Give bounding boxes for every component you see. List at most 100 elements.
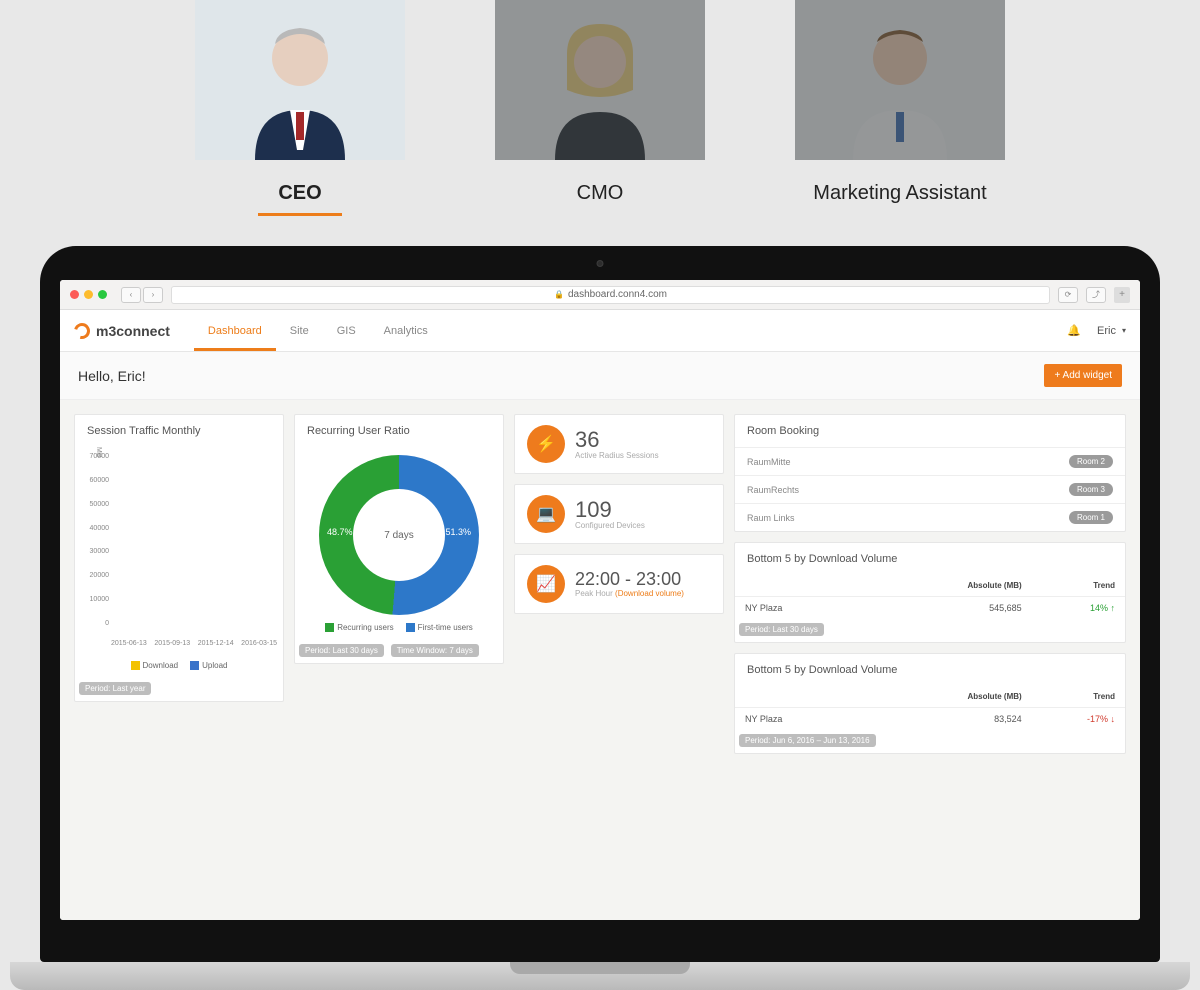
row-trend: -17% ↓ <box>1032 708 1125 730</box>
persona-photo <box>795 0 1005 160</box>
new-tab-button[interactable]: + <box>1114 287 1130 303</box>
brand[interactable]: m3connect <box>74 310 170 351</box>
room-badge: Room 1 <box>1069 511 1113 524</box>
x-axis-ticks: 2015-06-132015-09-132015-12-142016-03-15 <box>111 640 277 647</box>
bell-icon: 🔔 <box>1067 324 1081 337</box>
card-title: Bottom 5 by Download Volume <box>735 654 1125 686</box>
room-badge: Room 2 <box>1069 455 1113 468</box>
window-chip: Time Window: 7 days <box>391 644 479 657</box>
laptop-icon: 💻 <box>527 495 565 533</box>
share-button[interactable]: ⤴ <box>1086 287 1106 303</box>
chart-icon: 📈 <box>527 565 565 603</box>
window-controls[interactable] <box>70 290 107 299</box>
chart-legend: Download Upload <box>75 657 283 678</box>
app-header: m3connect Dashboard Site GIS Analytics 🔔… <box>60 310 1140 352</box>
persona-label: CMO <box>557 174 644 213</box>
room-badge: Room 3 <box>1069 483 1113 496</box>
chart-bars <box>111 453 277 627</box>
card-title: Room Booking <box>735 415 1125 447</box>
period-chip: Period: Jun 6, 2016 – Jun 13, 2016 <box>739 734 876 747</box>
room-row[interactable]: RaumRechts Room 3 <box>735 475 1125 503</box>
brand-swirl-icon <box>71 320 93 342</box>
back-button[interactable]: ‹ <box>121 287 141 303</box>
session-traffic-chart: MB 700006000050000400003000020000100000 … <box>75 447 283 657</box>
kpi-value: 109 <box>575 498 645 521</box>
persona-tabs: CEO CMO Marketing Assistant <box>0 0 1200 216</box>
y-axis-ticks: 700006000050000400003000020000100000 <box>79 453 109 627</box>
plug-icon: ⚡ <box>527 425 565 463</box>
address-bar[interactable]: 🔒 dashboard.conn4.com <box>171 286 1050 304</box>
minimize-dot[interactable] <box>84 290 93 299</box>
donut-chart: 48.7% 51.3% 7 days <box>295 447 503 619</box>
add-widget-button[interactable]: + Add widget <box>1044 364 1122 387</box>
row-name: NY Plaza <box>735 708 902 730</box>
user-menu[interactable]: Eric ▾ <box>1097 310 1126 351</box>
brand-name: m3connect <box>96 323 170 339</box>
row-name: NY Plaza <box>735 597 902 619</box>
nav-gis[interactable]: GIS <box>323 310 370 351</box>
laptop-notch <box>510 962 690 974</box>
room-row[interactable]: Raum Links Room 1 <box>735 503 1125 531</box>
bottom5-card-2[interactable]: Bottom 5 by Download Volume Absolute (MB… <box>734 653 1126 754</box>
kpi-sub-link[interactable]: (Download volume) <box>615 589 684 598</box>
arrow-down-icon: ↓ <box>1111 714 1116 724</box>
period-chip: Period: Last 30 days <box>299 644 384 657</box>
user-name: Eric <box>1097 325 1116 337</box>
greeting-bar: Hello, Eric! + Add widget <box>60 352 1140 400</box>
lock-icon: 🔒 <box>554 290 564 299</box>
chart-legend: Recurring users First-time users <box>295 619 503 640</box>
persona-ceo[interactable]: CEO <box>185 0 415 216</box>
reload-button[interactable]: ⟳ <box>1058 287 1078 303</box>
nav-analytics[interactable]: Analytics <box>370 310 442 351</box>
room-name: Raum Links <box>747 513 795 523</box>
period-chip: Period: Last 30 days <box>739 623 824 636</box>
laptop-mockup: ‹ › 🔒 dashboard.conn4.com ⟳ ⤴ + m3connec… <box>40 246 1160 990</box>
table-row[interactable]: NY Plaza 83,524 -17% ↓ <box>735 708 1125 730</box>
room-booking-card[interactable]: Room Booking RaumMitte Room 2 RaumRechts… <box>734 414 1126 532</box>
bottom5-card-1[interactable]: Bottom 5 by Download Volume Absolute (MB… <box>734 542 1126 643</box>
nav-site[interactable]: Site <box>276 310 323 351</box>
kpi-subtext: Configured Devices <box>575 521 645 530</box>
arrow-up-icon: ↑ <box>1111 603 1116 613</box>
chevron-down-icon: ▾ <box>1122 326 1126 335</box>
persona-label: CEO <box>258 174 341 216</box>
kpi-value: 36 <box>575 428 659 451</box>
table-header: Absolute (MB) Trend <box>735 686 1125 708</box>
maximize-dot[interactable] <box>98 290 107 299</box>
card-title: Session Traffic Monthly <box>75 415 283 447</box>
table-row[interactable]: NY Plaza 545,685 14% ↑ <box>735 597 1125 619</box>
kpi-subtext: Active Radius Sessions <box>575 451 659 460</box>
kpi-active-sessions[interactable]: ⚡ 36 Active Radius Sessions <box>514 414 724 474</box>
browser-chrome: ‹ › 🔒 dashboard.conn4.com ⟳ ⤴ + <box>60 280 1140 310</box>
close-dot[interactable] <box>70 290 79 299</box>
dashboard: Session Traffic Monthly MB 7000060000500… <box>60 400 1140 920</box>
url-host: dashboard.conn4.com <box>568 289 667 300</box>
notifications-button[interactable]: 🔔 <box>1051 310 1097 351</box>
forward-button[interactable]: › <box>143 287 163 303</box>
donut-center-label: 7 days <box>319 455 479 615</box>
row-abs: 83,524 <box>902 708 1032 730</box>
persona-marketing-assistant[interactable]: Marketing Assistant <box>785 0 1015 216</box>
persona-label: Marketing Assistant <box>793 174 1006 213</box>
room-name: RaumRechts <box>747 485 799 495</box>
table-header: Absolute (MB) Trend <box>735 575 1125 597</box>
greeting-text: Hello, Eric! <box>78 368 146 384</box>
kpi-peak-hour[interactable]: 📈 22:00 - 23:00 Peak Hour (Download volu… <box>514 554 724 614</box>
card-title: Bottom 5 by Download Volume <box>735 543 1125 575</box>
camera-dot <box>597 260 604 267</box>
card-title: Recurring User Ratio <box>295 415 503 447</box>
persona-photo <box>495 0 705 160</box>
persona-photo <box>195 0 405 160</box>
row-abs: 545,685 <box>902 597 1032 619</box>
room-name: RaumMitte <box>747 457 791 467</box>
laptop-base <box>10 962 1190 990</box>
recurring-users-card[interactable]: Recurring User Ratio 48.7% 51.3% 7 days … <box>294 414 504 664</box>
kpi-configured-devices[interactable]: 💻 109 Configured Devices <box>514 484 724 544</box>
room-row[interactable]: RaumMitte Room 2 <box>735 447 1125 475</box>
persona-cmo[interactable]: CMO <box>485 0 715 216</box>
row-trend: 14% ↑ <box>1032 597 1125 619</box>
kpi-subtext: Peak Hour (Download volume) <box>575 589 684 598</box>
nav-dashboard[interactable]: Dashboard <box>194 310 276 351</box>
kpi-value: 22:00 - 23:00 <box>575 570 684 589</box>
session-traffic-card[interactable]: Session Traffic Monthly MB 7000060000500… <box>74 414 284 702</box>
